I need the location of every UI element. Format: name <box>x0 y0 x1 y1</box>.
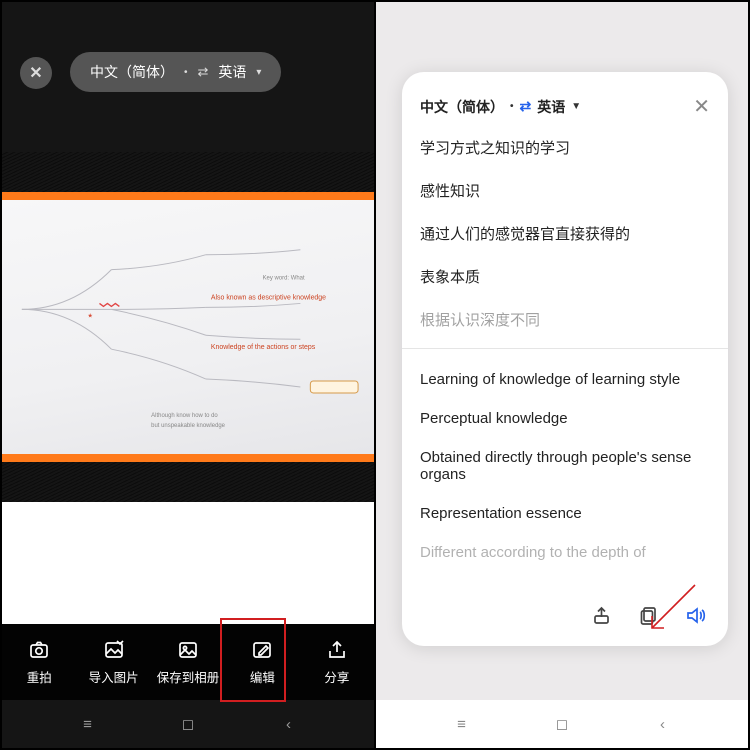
system-nav-bar: ≡ ◻ ‹ <box>2 700 374 748</box>
sysnav-home-button[interactable]: ◻ <box>173 715 203 733</box>
sysnav-menu-button[interactable]: ≡ <box>447 716 477 733</box>
import-image-button[interactable]: 导入图片 <box>76 624 150 700</box>
camera-translate-pane: ✕ 中文（简体） • ⇄ 英语 ▾ Learning of knowledge … <box>2 2 376 748</box>
sysnav-back-button[interactable]: ‹ <box>274 716 304 733</box>
translated-line[interactable]: Perceptual knowledge <box>420 410 710 427</box>
dot-icon: • <box>184 67 188 78</box>
system-nav-bar: ≡ ◻ ‹ <box>376 700 748 748</box>
translated-line[interactable]: Learning of knowledge of learning style <box>420 371 710 388</box>
import-label: 导入图片 <box>89 667 139 686</box>
card-language-switch[interactable]: 中文（简体） • ⇄ 英语 ▼ <box>420 97 581 117</box>
svg-text:Although know how to do: Although know how to do <box>151 413 218 419</box>
share-icon <box>326 639 348 661</box>
save-to-album-button[interactable]: 保存到相册 <box>151 624 225 700</box>
chevron-down-icon: ▾ <box>256 67 261 78</box>
language-switch-pill[interactable]: 中文（简体） • ⇄ 英语 ▾ <box>70 52 281 92</box>
card-action-row <box>402 590 728 646</box>
source-line[interactable]: 学习方式之知识的学习 <box>420 137 710 158</box>
share-button[interactable]: 分享 <box>300 624 374 700</box>
copy-button[interactable] <box>638 605 659 631</box>
svg-text:but unspeakable knowledge: but unspeakable knowledge <box>151 423 225 429</box>
sysnav-back-button[interactable]: ‹ <box>648 716 678 733</box>
retake-label: 重拍 <box>27 667 52 686</box>
speaker-icon <box>685 605 706 626</box>
svg-text:Knowledge of the actions or st: Knowledge of the actions or steps <box>211 344 316 351</box>
captured-photo: Learning of knowledge of learning <box>2 152 374 502</box>
translation-result-pane: 中文（简体） • ⇄ 英语 ▼ ✕ 学习方式之知识的学习 感性知识 通过人们的感… <box>376 2 748 748</box>
card-source-language: 中文（简体） <box>420 97 504 117</box>
copy-icon <box>638 605 659 626</box>
save-label: 保存到相册 <box>157 667 220 686</box>
read-aloud-button[interactable] <box>685 605 706 631</box>
share-icon <box>591 605 612 626</box>
source-language: 中文（简体） <box>90 62 174 82</box>
swap-languages-icon[interactable]: ⇄ <box>198 64 209 80</box>
translated-line-clipped: Different according to the depth of <box>420 544 710 561</box>
export-button[interactable] <box>591 605 612 631</box>
swap-languages-icon[interactable]: ⇄ <box>520 98 532 115</box>
svg-text:Key word: What: Key word: What <box>263 276 305 282</box>
share-label: 分享 <box>324 667 349 686</box>
source-text-list: 学习方式之知识的学习 感性知识 通过人们的感觉器官直接获得的 表象本质 根据认识… <box>402 137 728 342</box>
photo-bottom-gap <box>2 502 374 624</box>
target-language: 英语 <box>218 62 246 82</box>
scanned-document: Also known as descriptive knowledge Know… <box>2 192 374 462</box>
card-close-button[interactable]: ✕ <box>693 94 710 119</box>
source-line-clipped: 根据认识深度不同 <box>420 309 710 330</box>
translated-text-list: Learning of knowledge of learning style … <box>402 349 728 590</box>
translated-line[interactable]: Representation essence <box>420 505 710 522</box>
mind-map-illustration: Also known as descriptive knowledge Know… <box>2 200 374 462</box>
close-button[interactable]: ✕ <box>20 57 52 89</box>
camera-icon <box>28 639 50 661</box>
dot-icon: • <box>510 101 514 112</box>
source-line[interactable]: 表象本质 <box>420 266 710 287</box>
card-target-language: 英语 <box>537 97 565 117</box>
camera-top-bar: ✕ 中文（简体） • ⇄ 英语 ▾ <box>2 2 374 122</box>
card-header: 中文（简体） • ⇄ 英语 ▼ ✕ <box>402 72 728 137</box>
sysnav-menu-button[interactable]: ≡ <box>73 716 103 733</box>
svg-text:Also known as descriptive know: Also known as descriptive knowledge <box>211 294 326 301</box>
red-highlight-annotation <box>220 618 286 702</box>
translation-card: 中文（简体） • ⇄ 英语 ▼ ✕ 学习方式之知识的学习 感性知识 通过人们的感… <box>402 72 728 646</box>
source-line[interactable]: 通过人们的感觉器官直接获得的 <box>420 223 710 244</box>
retake-button[interactable]: 重拍 <box>2 624 76 700</box>
svg-text:★: ★ <box>88 312 93 319</box>
translated-line[interactable]: Obtained directly through people's sense… <box>420 449 710 483</box>
sysnav-home-button[interactable]: ◻ <box>547 715 577 733</box>
import-image-icon <box>103 639 125 661</box>
chevron-down-icon: ▼ <box>571 101 581 112</box>
source-line[interactable]: 感性知识 <box>420 180 710 201</box>
gallery-icon <box>177 639 199 661</box>
camera-action-bar: 重拍 导入图片 保存到相册 编辑 分享 <box>2 624 374 700</box>
